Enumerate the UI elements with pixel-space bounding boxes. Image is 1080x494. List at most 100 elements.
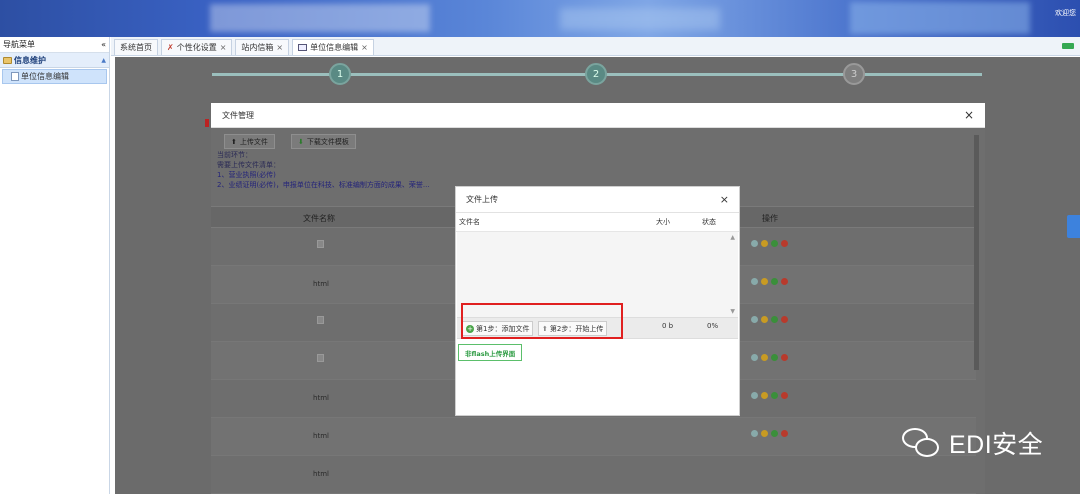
view-icon[interactable] (751, 392, 758, 399)
tab-close-icon[interactable]: × (276, 43, 283, 52)
broken-image-icon (317, 316, 324, 324)
upload-progress: 0% (707, 322, 719, 330)
column-header: 文件名称 (303, 214, 335, 223)
upload-instructions: 当前环节： 需要上传文件清单： 1、营业执照(必传) 2、业绩证明(必传)，申报… (217, 150, 430, 190)
folder-icon (3, 56, 12, 64)
step-2: 2 (585, 63, 607, 85)
view-icon[interactable] (751, 240, 758, 247)
step-3: 3 (843, 63, 865, 85)
edit-icon[interactable] (761, 392, 768, 399)
sidebar-header: 导航菜单 « (0, 37, 109, 53)
view-icon[interactable] (751, 430, 758, 437)
button-label: 下载文件模板 (306, 137, 349, 146)
row-actions (751, 240, 788, 247)
dialog-header: 文件上传 × (456, 187, 739, 213)
wrench-icon: ✗ (167, 43, 174, 52)
edit-icon[interactable] (761, 278, 768, 285)
scroll-up-icon[interactable]: ▲ (730, 234, 735, 241)
edit-icon[interactable] (761, 430, 768, 437)
file-name: html (313, 394, 329, 402)
row-actions (751, 392, 788, 399)
banner-blur-right (850, 2, 1030, 34)
delete-icon[interactable] (781, 240, 788, 247)
tab-close-icon[interactable]: × (220, 43, 227, 52)
delete-icon[interactable] (781, 430, 788, 437)
column-header: 操作 (762, 214, 778, 223)
non-flash-upload-button[interactable]: 非flash上传界面 (458, 344, 523, 361)
view-icon[interactable] (751, 278, 758, 285)
note-line: 当前环节： (217, 151, 252, 159)
tab-personal-settings[interactable]: ✗ 个性化设置 × (161, 39, 233, 55)
sidebar-group-info[interactable]: 信息维护 ▲ (0, 53, 109, 68)
tab-bar: 系统首页 ✗ 个性化设置 × 站内信箱 × 单位信息编辑 × (111, 37, 1080, 56)
row-actions (751, 354, 788, 361)
status-indicator-icon (1062, 43, 1074, 49)
required-marker (205, 119, 209, 127)
banner-logo-blur (210, 4, 430, 32)
broken-image-icon (317, 354, 324, 362)
download-icon[interactable] (771, 392, 778, 399)
note-line: 2、业绩证明(必传)，申报单位在科技、标准编制方面的成果、荣誉... (217, 181, 430, 189)
delete-icon[interactable] (781, 354, 788, 361)
file-name: html (313, 470, 329, 478)
side-float-tab[interactable] (1067, 215, 1080, 238)
row-actions (751, 316, 788, 323)
watermark: EDI安全 (899, 424, 1043, 462)
file-upload-dialog: 文件上传 × 文件名 大小 状态 ▲ ▼ + 第1步：添加文件 ⬆ 第2步：开始… (455, 186, 740, 416)
edit-icon[interactable] (761, 240, 768, 247)
download-icon[interactable] (771, 430, 778, 437)
download-icon[interactable] (771, 240, 778, 247)
button-label: 上传文件 (239, 137, 268, 146)
top-banner: 欢迎您 (0, 0, 1080, 37)
upload-table-header: 文件名 大小 状态 (456, 214, 739, 232)
sidebar: 导航菜单 « 信息维护 ▲ 单位信息编辑 (0, 37, 110, 494)
delete-icon[interactable] (781, 278, 788, 285)
table-row: html (211, 418, 976, 456)
sidebar-item-label: 单位信息编辑 (21, 72, 69, 81)
sidebar-title: 导航菜单 (3, 40, 35, 49)
tab-label: 单位信息编辑 (310, 43, 359, 52)
banner-blur (560, 8, 720, 30)
view-icon[interactable] (751, 316, 758, 323)
delete-icon[interactable] (781, 316, 788, 323)
tab-inbox[interactable]: 站内信箱 × (235, 39, 290, 55)
column-header: 文件名 (459, 218, 480, 226)
dialog-header: 文件管理 × (211, 103, 985, 128)
tab-unit-edit[interactable]: 单位信息编辑 × (292, 39, 374, 55)
tab-label: 站内信箱 (241, 43, 274, 52)
close-icon[interactable]: × (720, 193, 729, 206)
download-template-button[interactable]: ⬇ 下载文件模板 (291, 134, 356, 149)
download-icon[interactable] (771, 316, 778, 323)
download-icon[interactable] (771, 354, 778, 361)
close-icon[interactable]: × (964, 108, 974, 122)
scrollbar[interactable] (974, 135, 979, 370)
chevron-up-icon[interactable]: ▲ (101, 57, 106, 64)
file-name: html (313, 280, 329, 288)
sidebar-group-label: 信息维护 (14, 55, 46, 65)
dialog-title: 文件上传 (466, 195, 498, 204)
row-actions (751, 278, 788, 285)
delete-icon[interactable] (781, 392, 788, 399)
note-line: 1、营业执照(必传) (217, 171, 276, 179)
document-icon (11, 72, 19, 81)
card-icon (298, 44, 308, 51)
watermark-text: EDI安全 (949, 431, 1044, 459)
tab-home[interactable]: 系统首页 (114, 39, 158, 55)
dialog-title: 文件管理 (222, 110, 254, 120)
column-header: 大小 (656, 218, 670, 226)
download-icon: ⬇ (298, 137, 304, 146)
column-header: 状态 (702, 218, 716, 226)
download-icon[interactable] (771, 278, 778, 285)
upload-file-button[interactable]: ⬆ 上传文件 (224, 134, 275, 149)
step-1: 1 (329, 63, 351, 85)
sidebar-item-unit-edit[interactable]: 单位信息编辑 (2, 69, 107, 84)
banner-user-text: 欢迎您 (1055, 9, 1076, 17)
edit-icon[interactable] (761, 354, 768, 361)
tab-close-icon[interactable]: × (361, 43, 368, 52)
edit-icon[interactable] (761, 316, 768, 323)
row-actions (751, 430, 788, 437)
view-icon[interactable] (751, 354, 758, 361)
scroll-down-icon[interactable]: ▼ (730, 308, 735, 315)
highlight-box (461, 303, 623, 339)
collapse-icon[interactable]: « (101, 40, 106, 49)
